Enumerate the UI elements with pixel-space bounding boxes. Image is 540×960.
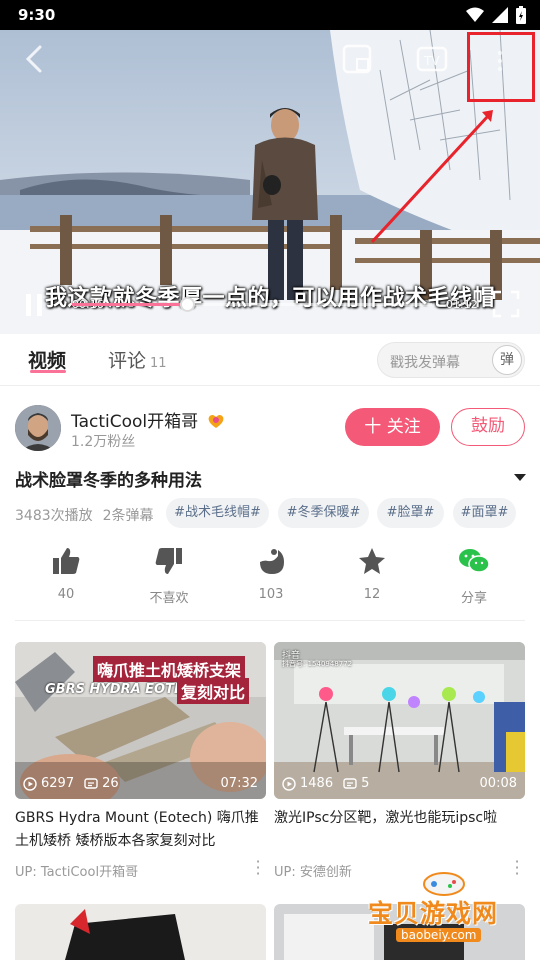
- favorite-button[interactable]: 12: [332, 545, 412, 602]
- tab-comments[interactable]: 评论 11: [108, 346, 167, 373]
- thumbs-up-icon: [53, 548, 80, 574]
- dislike-button[interactable]: 不喜欢: [129, 545, 209, 606]
- video-title: 战术脸罩冬季的多种用法: [15, 471, 202, 491]
- site-watermark-logo: 宝贝游戏网 baobeiy.com: [360, 868, 538, 956]
- thumb-danmaku-count: 26: [102, 776, 119, 791]
- total-time: 01:12: [446, 298, 478, 311]
- uploader-name[interactable]: TactiCool开箱哥: [71, 407, 226, 432]
- video-thumbnail[interactable]: [15, 904, 266, 960]
- tab-video[interactable]: 视频: [28, 346, 66, 373]
- pause-icon[interactable]: [22, 292, 46, 318]
- card-uploader-name: UP: TactiCool开箱哥: [15, 865, 139, 880]
- progress-fill: [72, 303, 188, 306]
- thumb-stats: 6297 26: [23, 776, 119, 791]
- video-thumbnail[interactable]: 抖音 抖音号: 1540948772 1486 5 00:08: [274, 642, 525, 799]
- action-bar: 40 不喜欢 103 12 分享: [0, 545, 540, 615]
- danmaku-count: 2条弹幕: [102, 508, 154, 524]
- coin-count: 103: [258, 587, 284, 602]
- verified-badge-icon: [208, 415, 223, 428]
- danmu-toggle-icon[interactable]: 弹: [492, 345, 522, 375]
- comments-count: 11: [150, 356, 167, 371]
- tab-comments-label: 评论: [108, 350, 147, 372]
- card-title[interactable]: GBRS Hydra Mount (Eotech) 嗨爪推土机矮桥 矮桥版本各家…: [15, 807, 266, 853]
- thumb-play-count: 1486: [300, 776, 334, 791]
- avatar-image: [15, 405, 61, 451]
- status-icons: [466, 6, 526, 24]
- fans-count: 1.2万粉丝: [71, 434, 136, 450]
- like-button[interactable]: 40: [26, 545, 106, 602]
- thumb-danmaku-count: 5: [361, 776, 370, 791]
- expand-caret-icon[interactable]: [514, 474, 526, 481]
- like-count: 40: [57, 587, 75, 602]
- back-icon[interactable]: [22, 44, 46, 74]
- uploader-row: TactiCool开箱哥 1.2万粉丝 十 关注 鼓励: [0, 400, 540, 460]
- danmu-placeholder: 戳我发弹幕: [390, 355, 460, 371]
- tag-chip[interactable]: #战术毛线帽#: [166, 498, 269, 528]
- share-label: 分享: [460, 591, 487, 606]
- video-meta: 3483次播放 2条弹幕: [15, 505, 164, 525]
- tag-chip[interactable]: #面罩#: [453, 498, 516, 528]
- thumb-play-count: 6297: [41, 776, 75, 791]
- tab-bar: 视频 评论 11 戳我发弹幕 弹: [0, 334, 540, 386]
- wifi-icon: [466, 7, 484, 22]
- card-uploader-name: UP: 安德创新: [274, 865, 352, 880]
- star-icon: [359, 548, 385, 574]
- battery-icon: [516, 6, 526, 24]
- coin-icon: [260, 549, 284, 574]
- recommend-card[interactable]: 抖音 抖音号: 1540948772 1486 5 00:08 激光IPsc分区…: [274, 642, 525, 882]
- progress-bar[interactable]: [72, 297, 432, 312]
- fullscreen-icon[interactable]: [492, 290, 520, 318]
- thumbs-down-icon: [155, 548, 182, 574]
- play-count: 3483次播放: [15, 508, 93, 524]
- thumbnail-image: [65, 909, 185, 960]
- video-thumbnail[interactable]: 嗨爪推土机矮桥支架 GBRS HYDRA EOTECH 复刻对比 6297 26…: [15, 642, 266, 799]
- card-uploader: UP: TactiCool开箱哥 · · ·: [15, 854, 266, 882]
- tag-chip[interactable]: #脸罩#: [377, 498, 444, 528]
- thumb-duration: 07:32: [220, 776, 258, 791]
- recommend-card[interactable]: 嗨爪推土机矮桥支架 GBRS HYDRA EOTECH 复刻对比 6297 26…: [15, 642, 266, 882]
- tab-indicator: [30, 370, 66, 373]
- play-count-icon: [282, 776, 296, 791]
- signal-icon: [492, 7, 508, 23]
- avatar[interactable]: [15, 405, 61, 451]
- danmaku-count-icon: [84, 777, 98, 789]
- status-bar: 9:30: [0, 0, 540, 30]
- divider: [15, 620, 525, 621]
- tag-chip[interactable]: #冬季保暖#: [278, 498, 369, 528]
- thumb-duration: 00:08: [479, 776, 517, 791]
- more-dots-icon[interactable]: · · ·: [254, 854, 262, 882]
- watermark-url: baobeiy.com: [396, 928, 482, 942]
- cheer-button[interactable]: 鼓励: [451, 408, 525, 446]
- thumb-caption: 复刻对比: [177, 678, 250, 704]
- wechat-share-icon: [459, 549, 490, 573]
- dislike-label: 不喜欢: [149, 591, 189, 606]
- uploader-name-label: TactiCool开箱哥: [71, 412, 199, 432]
- card-title[interactable]: 激光IPsc分区靶，激光也能玩ipsc啦: [274, 807, 525, 853]
- thumb-stats: 1486 5: [282, 776, 369, 791]
- coin-button[interactable]: 103: [231, 545, 311, 602]
- favorite-count: 12: [363, 587, 381, 602]
- video-player[interactable]: TV 我这款就冬季厚一点的，可以用作战术毛线帽 00:16 01:12: [0, 30, 540, 334]
- thumb-caption: 抖音号: 1540948772: [282, 660, 353, 668]
- danmu-input-box[interactable]: 戳我发弹幕 弹: [377, 342, 525, 378]
- play-count-icon: [23, 776, 37, 791]
- danmaku-count-icon: [343, 777, 357, 789]
- watermark-text: 宝贝游戏网: [368, 899, 499, 928]
- follow-button[interactable]: 十 关注: [345, 408, 440, 446]
- annotation-arrow: [370, 110, 493, 244]
- share-button[interactable]: 分享: [434, 545, 514, 606]
- status-time: 9:30: [18, 6, 56, 24]
